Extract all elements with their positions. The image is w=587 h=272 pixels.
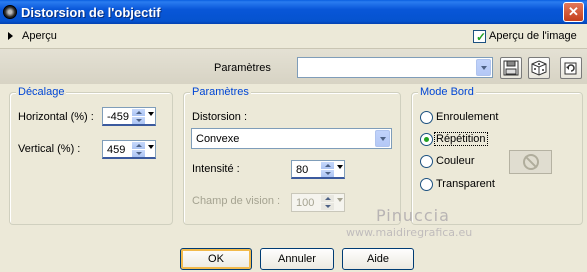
champ-value: 100 <box>296 197 315 209</box>
spin-down-icon[interactable] <box>132 150 145 157</box>
champ-spinner: 100 <box>291 193 345 212</box>
randomize-button[interactable] <box>528 57 550 79</box>
dropdown-arrow-icon[interactable] <box>337 165 343 169</box>
app-icon <box>3 5 17 19</box>
chevron-down-icon[interactable] <box>375 130 390 147</box>
horizontal-value[interactable]: -459 <box>107 111 129 123</box>
radio-enroulement[interactable] <box>420 111 433 124</box>
watermark-url: www.maidiregrafica.eu <box>346 226 473 239</box>
presets-combo[interactable] <box>297 57 493 78</box>
intensite-stepper[interactable] <box>321 162 334 177</box>
cancel-button[interactable]: Annuler <box>260 248 334 270</box>
no-color-icon <box>522 154 539 170</box>
reset-icon <box>564 62 577 75</box>
spin-up-icon <box>321 195 334 202</box>
checkmark-icon: ✓ <box>476 30 487 44</box>
vertical-spinner[interactable]: 459 <box>102 140 156 159</box>
color-swatch <box>509 150 552 174</box>
close-icon: ✕ <box>568 4 579 19</box>
help-button[interactable]: Aide <box>342 248 414 270</box>
horizontal-spinner[interactable]: -459 <box>102 107 156 126</box>
radio-couleur[interactable] <box>420 155 433 168</box>
reset-button[interactable] <box>560 57 582 79</box>
radio-label-enroulement[interactable]: Enroulement <box>436 111 498 123</box>
dice-icon <box>531 60 547 76</box>
distorsion-label: Distorsion : <box>192 111 248 123</box>
horizontal-label: Horizontal (%) : <box>18 111 94 123</box>
presets-label: Paramètres <box>214 62 271 74</box>
floppy-disk-icon <box>503 60 519 76</box>
dropdown-arrow-icon[interactable] <box>148 112 154 116</box>
title-bar: Distorsion de l'objectif ✕ <box>0 0 587 24</box>
radio-repetition[interactable] <box>420 133 433 146</box>
champ-label: Champ de vision : <box>192 195 281 207</box>
spin-up-icon[interactable] <box>132 142 145 149</box>
spin-down-icon <box>321 203 334 210</box>
distorsion-select[interactable]: Convexe <box>191 128 392 149</box>
chevron-down-icon[interactable] <box>476 59 491 76</box>
preview-bar: Aperçu ✓ Aperçu de l'image <box>0 24 587 48</box>
champ-stepper <box>321 195 334 210</box>
dropdown-arrow-icon <box>337 198 343 202</box>
intensite-label: Intensité : <box>192 163 240 175</box>
spin-up-icon[interactable] <box>321 162 334 169</box>
dropdown-arrow-icon[interactable] <box>148 145 154 149</box>
radio-transparent[interactable] <box>420 178 433 191</box>
watermark-name: Pinuccia <box>376 206 450 225</box>
radio-label-transparent[interactable]: Transparent <box>436 178 495 190</box>
radio-label-repetition[interactable]: Répétition <box>434 132 488 146</box>
intensite-spinner[interactable]: 80 <box>291 160 345 179</box>
image-preview-checkbox[interactable]: ✓ <box>473 30 487 44</box>
parametres-title: Paramètres <box>190 86 251 98</box>
vertical-value[interactable]: 459 <box>107 144 125 156</box>
decalage-title: Décalage <box>16 86 67 98</box>
spin-up-icon[interactable] <box>132 109 145 116</box>
spin-down-icon[interactable] <box>132 117 145 124</box>
radio-label-couleur[interactable]: Couleur <box>436 155 475 167</box>
window-title: Distorsion de l'objectif <box>21 4 161 20</box>
save-preset-button[interactable] <box>500 57 522 79</box>
vertical-label: Vertical (%) : <box>18 143 81 155</box>
mode-bord-title: Mode Bord <box>418 86 476 98</box>
vertical-stepper[interactable] <box>132 142 145 157</box>
preview-toggle-label[interactable]: Aperçu <box>22 30 57 42</box>
image-preview-label: Aperçu de l'image <box>489 30 577 42</box>
presets-bar: Paramètres <box>0 48 587 84</box>
horizontal-stepper[interactable] <box>132 109 145 124</box>
ok-button[interactable]: OK <box>180 248 252 270</box>
expand-triangle-icon[interactable] <box>8 32 13 40</box>
close-button[interactable]: ✕ <box>563 2 584 22</box>
distorsion-value: Convexe <box>196 133 240 145</box>
intensite-value[interactable]: 80 <box>296 164 308 176</box>
spin-down-icon[interactable] <box>321 170 334 177</box>
